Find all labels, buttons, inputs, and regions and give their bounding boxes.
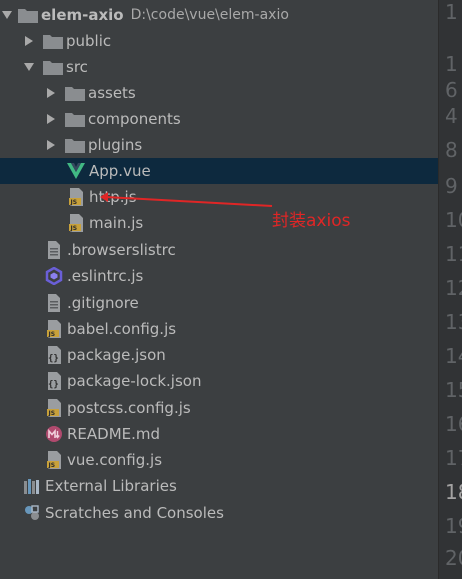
svg-text:JS: JS [70,225,78,232]
json-file-icon: {} [44,371,64,391]
line-number: 9 [445,174,458,198]
line-number: 10 [445,208,462,232]
folder-icon [18,5,38,25]
tree-item-app-vue[interactable]: App.vue [0,158,438,184]
line-number: 13 [445,310,462,334]
tree-item-postcss-config[interactable]: JS postcss.config.js [0,395,438,421]
tree-item-label: README.md [67,425,161,443]
tree-item-label: postcss.config.js [67,399,191,417]
folder-icon [65,135,85,155]
line-number: 14 [445,344,462,368]
line-number: 11 [445,242,462,266]
js-file-icon: JS [66,187,86,207]
svg-text:JS: JS [70,199,78,206]
chevron-right-icon[interactable] [22,28,36,54]
folder-icon [43,31,63,51]
tree-item-gitignore[interactable]: .gitignore [0,290,438,316]
tree-item-label: .browserslistrc [67,241,176,259]
line-number: 1 [445,0,458,24]
tree-item-label: components [88,110,181,128]
line-number: 6 [445,78,458,102]
svg-text:{}: {} [48,354,59,364]
chevron-right-icon[interactable] [44,80,58,106]
line-number: 4 [445,104,458,128]
line-number: 12 [445,276,462,300]
tree-item-label: package.json [67,346,166,364]
tree-item-scratches[interactable]: Scratches and Consoles [0,500,438,526]
tree-item-label: public [66,32,112,50]
tree-item-label: .gitignore [67,294,139,312]
editor-gutter: 1 1 6 4 8 9 10 11 12 13 14 15 16 17 18 1… [438,0,462,579]
vue-file-icon [66,161,86,181]
js-file-icon: JS [44,319,64,339]
tree-item-label: Scratches and Consoles [45,504,224,522]
project-name: elem-axio [41,6,124,24]
markdown-file-icon [44,424,64,444]
line-number: 16 [445,412,462,436]
js-file-icon: JS [44,450,64,470]
svg-text:JS: JS [48,331,56,338]
tree-item-label: package-lock.json [67,372,202,390]
tree-item-label: plugins [88,136,143,154]
line-number: 18 [445,480,462,504]
js-file-icon: JS [66,213,86,233]
annotation-text: 封装axios [272,211,351,231]
text-file-icon [44,293,64,313]
project-path: D:\code\vue\elem-axio [130,7,289,23]
tree-item-vue-config[interactable]: JS vue.config.js [0,447,438,473]
folder-icon [43,57,63,77]
json-file-icon: {} [44,345,64,365]
tree-item-browserslistrc[interactable]: .browserslistrc [0,237,438,263]
tree-item-components[interactable]: components [0,106,438,132]
tree-item-src[interactable]: src [0,54,438,80]
tree-item-eslintrc[interactable]: .eslintrc.js [0,263,438,289]
chevron-right-icon[interactable] [44,132,58,158]
line-number: 20 [445,546,462,570]
tree-item-babel-config[interactable]: JS babel.config.js [0,316,438,342]
tree-item-package-json[interactable]: {} package.json [0,342,438,368]
svg-text:{}: {} [48,380,59,390]
line-number: 19 [445,514,462,538]
tree-item-plugins[interactable]: plugins [0,132,438,158]
tree-root-row[interactable]: elem-axio D:\code\vue\elem-axio [0,2,438,28]
line-number: 17 [445,446,462,470]
tree-item-assets[interactable]: assets [0,80,438,106]
tree-item-label: vue.config.js [67,451,163,469]
folder-icon [65,109,85,129]
chevron-down-icon[interactable] [22,54,36,80]
tree-item-external-libraries[interactable]: External Libraries [0,473,438,499]
js-file-icon: JS [44,398,64,418]
line-number: 15 [445,378,462,402]
chevron-down-icon[interactable] [0,2,14,28]
tree-item-label: babel.config.js [67,320,177,338]
line-number: 1 [445,52,458,76]
tree-item-label: src [66,58,88,76]
tree-item-readme[interactable]: README.md [0,421,438,447]
tree-item-label: assets [88,84,136,102]
libraries-icon [22,476,42,496]
tree-item-label: .eslintrc.js [67,267,144,285]
folder-icon [65,83,85,103]
text-file-icon [44,240,64,260]
svg-text:JS: JS [48,462,56,469]
tree-item-label: App.vue [89,162,151,180]
line-number: 8 [445,138,458,162]
tree-item-package-lock-json[interactable]: {} package-lock.json [0,368,438,394]
tree-item-public[interactable]: public [0,28,438,54]
tree-item-label: External Libraries [45,477,177,495]
svg-text:JS: JS [48,410,56,417]
eslint-file-icon [44,266,64,286]
chevron-right-icon[interactable] [44,106,58,132]
scratches-icon [22,503,42,523]
project-tree: elem-axio D:\code\vue\elem-axio public s… [0,0,438,579]
